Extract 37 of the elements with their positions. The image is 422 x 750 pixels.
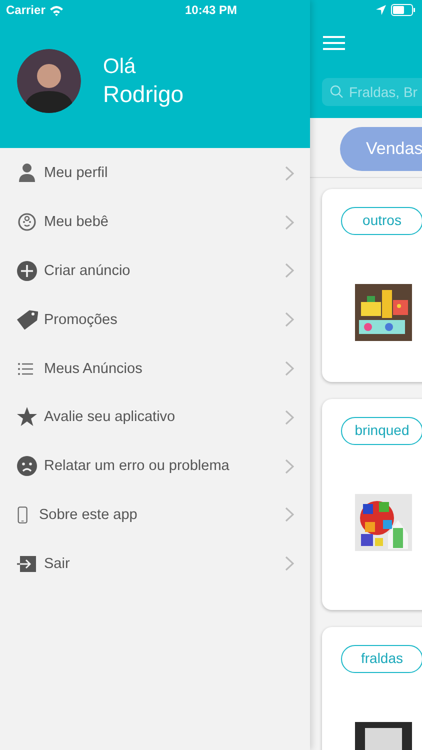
chevron-icon (285, 556, 294, 572)
search-icon (330, 85, 343, 98)
menu-item[interactable]: Sair (0, 539, 310, 588)
menu-item[interactable]: Relatar um erro ou problema (0, 442, 310, 491)
plus-circle-icon (16, 260, 38, 282)
chevron-icon (285, 458, 294, 474)
chevron-icon (285, 361, 294, 376)
greeting: Olá (103, 54, 137, 78)
chevron-icon (285, 312, 294, 328)
person-icon (16, 162, 38, 184)
category-tag: outros (341, 207, 422, 235)
battery-icon (391, 4, 416, 16)
chevron-icon (285, 166, 294, 181)
wifi-icon (49, 4, 64, 16)
category-tag: fraldas (341, 645, 422, 673)
carrier-label: Carrier (6, 3, 46, 17)
sad-face-icon (16, 455, 38, 478)
menu-item[interactable]: Sobre este app (0, 490, 310, 540)
location-arrow-icon (376, 5, 386, 15)
avatar (17, 49, 81, 113)
menu-item[interactable]: Avalie seu aplicativo (0, 392, 310, 442)
user-name: Rodrigo (103, 80, 184, 108)
clock-time: 10:43 PM (184, 3, 238, 17)
menu-icon[interactable] (322, 36, 346, 50)
baby-face-icon (16, 211, 38, 234)
menu-item[interactable]: Meu perfil (0, 149, 310, 198)
menu-item[interactable]: Promoções (0, 295, 310, 344)
chevron-icon (285, 507, 294, 522)
category-tag: brinqued (341, 417, 422, 445)
menu-item[interactable]: Meus Anúncios (0, 344, 310, 393)
chevron-icon (285, 263, 294, 278)
menu-item[interactable]: Criar anúncio (0, 246, 310, 296)
chevron-icon (285, 410, 294, 425)
chevron-icon (285, 214, 294, 230)
menu-item[interactable]: Meu bebê (0, 198, 310, 247)
tag-icon (16, 308, 38, 331)
star-icon (16, 406, 38, 428)
